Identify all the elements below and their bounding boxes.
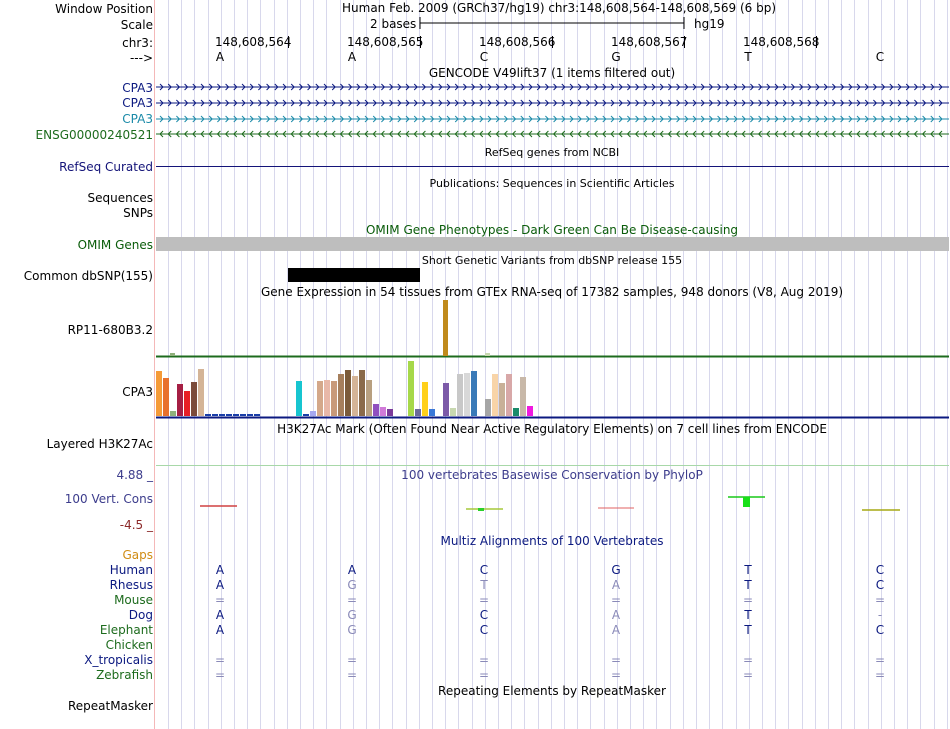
multiz-species-label[interactable]: Dog	[129, 608, 153, 622]
multiz-species-label[interactable]: Chicken	[106, 638, 153, 652]
multiz-species-label[interactable]: Elephant	[100, 623, 153, 637]
multiz-aligned-base: G	[611, 563, 621, 577]
multiz-aligned-base: =	[214, 593, 226, 607]
multiz-species-label[interactable]: X_tropicalis	[84, 653, 153, 667]
multiz-species-label[interactable]: Rhesus	[110, 578, 153, 592]
phylop-min-label: -4.5 _	[119, 518, 153, 532]
phylop-scores[interactable]	[0, 0, 950, 520]
multiz-aligned-base: T	[744, 578, 752, 592]
repeatmasker-track-label[interactable]: RepeatMasker	[68, 699, 153, 713]
multiz-aligned-base: T	[744, 563, 752, 577]
multiz-aligned-base: A	[215, 623, 225, 637]
multiz-aligned-base: C	[479, 563, 489, 577]
multiz-aligned-base: =	[742, 668, 754, 682]
multiz-species-label[interactable]: Zebrafish	[96, 668, 153, 682]
multiz-aligned-base: =	[742, 653, 754, 667]
multiz-aligned-base: =	[346, 593, 358, 607]
multiz-aligned-base: =	[610, 593, 622, 607]
multiz-aligned-base: =	[874, 593, 886, 607]
multiz-aligned-base: A	[611, 578, 621, 592]
multiz-aligned-base: A	[215, 608, 225, 622]
multiz-aligned-base: G	[347, 623, 357, 637]
multiz-species-label[interactable]: Human	[110, 563, 153, 577]
multiz-aligned-base: =	[610, 653, 622, 667]
multiz-aligned-base: C	[875, 578, 885, 592]
multiz-aligned-base: C	[875, 623, 885, 637]
multiz-aligned-base: T	[744, 623, 752, 637]
multiz-aligned-base: =	[478, 593, 490, 607]
multiz-aligned-base: =	[742, 593, 754, 607]
multiz-aligned-base: =	[610, 668, 622, 682]
multiz-aligned-base: =	[214, 653, 226, 667]
multiz-species-label[interactable]: Mouse	[114, 593, 153, 607]
multiz-aligned-base: A	[611, 623, 621, 637]
multiz-aligned-base: =	[478, 668, 490, 682]
multiz-aligned-base: C	[875, 563, 885, 577]
multiz-aligned-base: A	[611, 608, 621, 622]
multiz-aligned-base: =	[346, 668, 358, 682]
multiz-aligned-base: A	[215, 563, 225, 577]
multiz-aligned-base: A	[215, 578, 225, 592]
multiz-aligned-base: -	[877, 608, 883, 622]
multiz-aligned-base: C	[479, 623, 489, 637]
multiz-aligned-base: =	[874, 653, 886, 667]
multiz-aligned-base: T	[480, 578, 488, 592]
multiz-aligned-base: A	[347, 563, 357, 577]
multiz-gaps-label[interactable]: Gaps	[122, 548, 153, 562]
multiz-aligned-base: =	[478, 653, 490, 667]
multiz-aligned-base: C	[479, 608, 489, 622]
multiz-aligned-base: G	[347, 578, 357, 592]
multiz-aligned-base: =	[346, 653, 358, 667]
multiz-aligned-base: =	[874, 668, 886, 682]
multiz-aligned-base: T	[744, 608, 752, 622]
repeatmasker-track-title[interactable]: Repeating Elements by RepeatMasker	[438, 684, 666, 698]
multiz-aligned-base: =	[214, 668, 226, 682]
multiz-track-title[interactable]: Multiz Alignments of 100 Vertebrates	[440, 534, 663, 548]
multiz-aligned-base: G	[347, 608, 357, 622]
